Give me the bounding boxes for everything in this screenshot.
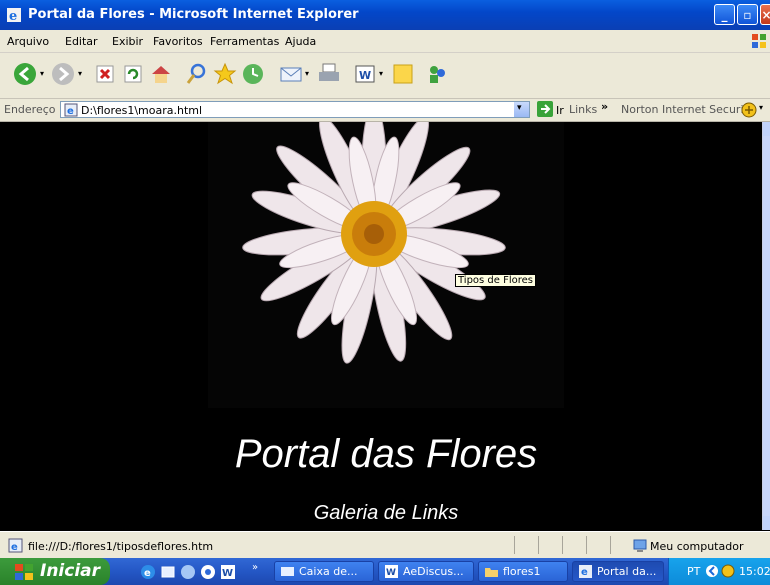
mail-dropdown-icon[interactable]: ▾	[305, 69, 309, 78]
maximize-button[interactable]: ▫	[737, 4, 758, 25]
norton-dropdown-icon[interactable]: ▾	[759, 103, 763, 112]
edit-word-icon[interactable]: W	[352, 61, 378, 87]
title-bar[interactable]: e Portal da Flores - Microsoft Internet …	[0, 0, 770, 30]
norton-tray-icon[interactable]	[721, 564, 735, 578]
task-label: AeDiscus...	[403, 565, 464, 578]
home-icon[interactable]	[148, 61, 174, 87]
minimize-button[interactable]: _	[714, 4, 735, 25]
page-content: Tipos de Flores Portal das Flores Galeri…	[10, 122, 762, 530]
computer-icon	[633, 539, 647, 552]
edit-dropdown-icon[interactable]: ▾	[379, 69, 383, 78]
vertical-scrollbar[interactable]	[762, 122, 770, 530]
page-subtitle[interactable]: Galeria de Links	[10, 502, 762, 525]
folder-icon	[485, 568, 498, 577]
go-label: Ir	[556, 104, 564, 117]
quicklaunch-player-icon[interactable]	[200, 564, 216, 580]
scroll-down-button[interactable]	[763, 516, 770, 530]
task-label: Caixa de...	[299, 565, 358, 578]
ie-icon: e	[7, 8, 21, 23]
flower-image-link[interactable]	[208, 122, 564, 408]
start-button[interactable]: Iniciar	[0, 558, 110, 585]
address-label: Endereço	[4, 103, 56, 116]
status-text: file:///D:/flores1/tiposdeflores.htm	[28, 540, 214, 553]
page-icon: e	[64, 103, 78, 117]
go-arrow-icon	[537, 101, 553, 117]
task-caixa[interactable]: Caixa de...	[274, 561, 374, 582]
ie-task-icon: e	[579, 565, 592, 578]
refresh-icon[interactable]	[120, 61, 146, 87]
status-divider	[538, 536, 539, 554]
task-aediscus[interactable]: W AeDiscus...	[378, 561, 474, 582]
status-divider	[586, 536, 587, 554]
status-bar: e file:///D:/flores1/tiposdeflores.htm M…	[0, 531, 770, 559]
norton-toolbar[interactable]: Norton Internet Security	[621, 103, 754, 116]
start-label: Iniciar	[40, 561, 101, 581]
quicklaunch-ie-icon[interactable]: e	[140, 564, 156, 580]
system-tray: PT 15:02	[668, 558, 770, 585]
tray-expand-icon[interactable]	[705, 564, 719, 578]
svg-text:e: e	[144, 568, 151, 579]
links-chevron-icon[interactable]: »	[601, 100, 608, 113]
norton-icon[interactable]	[741, 102, 757, 118]
outlook-icon	[281, 567, 294, 576]
links-label[interactable]: Links	[569, 103, 597, 116]
close-button[interactable]: ×	[760, 4, 770, 25]
security-zone: Meu computador	[650, 540, 744, 553]
svg-text:e: e	[11, 542, 18, 553]
svg-text:W: W	[359, 69, 371, 82]
window-title: Portal da Flores - Microsoft Internet Ex…	[28, 7, 359, 22]
forward-dropdown-icon[interactable]: ▾	[78, 69, 82, 78]
svg-text:e: e	[9, 9, 17, 23]
task-portal[interactable]: e Portal da...	[572, 561, 664, 582]
windows-logo-icon	[15, 564, 33, 580]
windows-flag-icon	[752, 34, 766, 48]
quicklaunch-outlook-icon[interactable]	[160, 564, 176, 580]
stop-icon[interactable]	[92, 61, 118, 87]
taskbar: Iniciar e W » Caixa de... W AeDiscus... …	[0, 558, 770, 585]
menu-ajuda[interactable]: Ajuda	[285, 35, 316, 48]
favorites-icon[interactable]	[212, 61, 238, 87]
menu-favoritos[interactable]: Favoritos	[153, 35, 203, 48]
status-divider	[610, 536, 611, 554]
forward-icon[interactable]	[50, 61, 76, 87]
tooltip: Tipos de Flores	[455, 274, 537, 287]
back-dropdown-icon[interactable]: ▾	[40, 69, 44, 78]
toolbar: ▾ ▾ ▾ W ▾	[0, 53, 770, 99]
menu-ferramentas[interactable]: Ferramentas	[210, 35, 279, 48]
scroll-up-button[interactable]	[763, 122, 770, 136]
discuss-icon[interactable]	[390, 61, 416, 87]
quicklaunch-more-icon[interactable]: »	[252, 562, 258, 573]
svg-text:W: W	[386, 568, 396, 578]
menu-exibir[interactable]: Exibir	[112, 35, 143, 48]
scroll-thumb[interactable]	[763, 136, 770, 516]
menu-editar[interactable]: Editar	[65, 35, 98, 48]
page-title: Portal das Flores	[234, 432, 538, 476]
svg-text:e: e	[581, 567, 588, 578]
back-icon[interactable]	[12, 61, 38, 87]
quicklaunch-media-icon[interactable]	[180, 564, 196, 580]
quicklaunch-word-icon[interactable]: W	[220, 564, 236, 580]
address-url: D:\flores1\moara.html	[81, 104, 203, 117]
messenger-icon[interactable]	[424, 61, 450, 87]
task-label: flores1	[503, 565, 541, 578]
svg-text:W: W	[222, 568, 233, 579]
mail-icon[interactable]	[278, 61, 304, 87]
history-icon[interactable]	[240, 61, 266, 87]
svg-text:e: e	[67, 106, 74, 117]
menu-bar: Arquivo Editar Exibir Favoritos Ferramen…	[0, 30, 770, 53]
menu-arquivo[interactable]: Arquivo	[7, 35, 49, 48]
clock: 15:02	[739, 565, 770, 578]
address-bar: Endereço e D:\flores1\moara.html ▾ Ir Li…	[0, 99, 770, 122]
task-label: Portal da...	[597, 565, 657, 578]
word-icon: W	[385, 565, 398, 578]
language-indicator[interactable]: PT	[687, 565, 700, 578]
address-input[interactable]: e D:\flores1\moara.html ▾	[60, 101, 530, 118]
address-dropdown-icon[interactable]: ▾	[514, 102, 529, 117]
status-divider	[514, 536, 515, 554]
search-icon[interactable]	[184, 61, 210, 87]
status-divider	[562, 536, 563, 554]
print-icon[interactable]	[316, 61, 342, 87]
task-flores1[interactable]: flores1	[478, 561, 568, 582]
status-page-icon: e	[8, 538, 23, 553]
